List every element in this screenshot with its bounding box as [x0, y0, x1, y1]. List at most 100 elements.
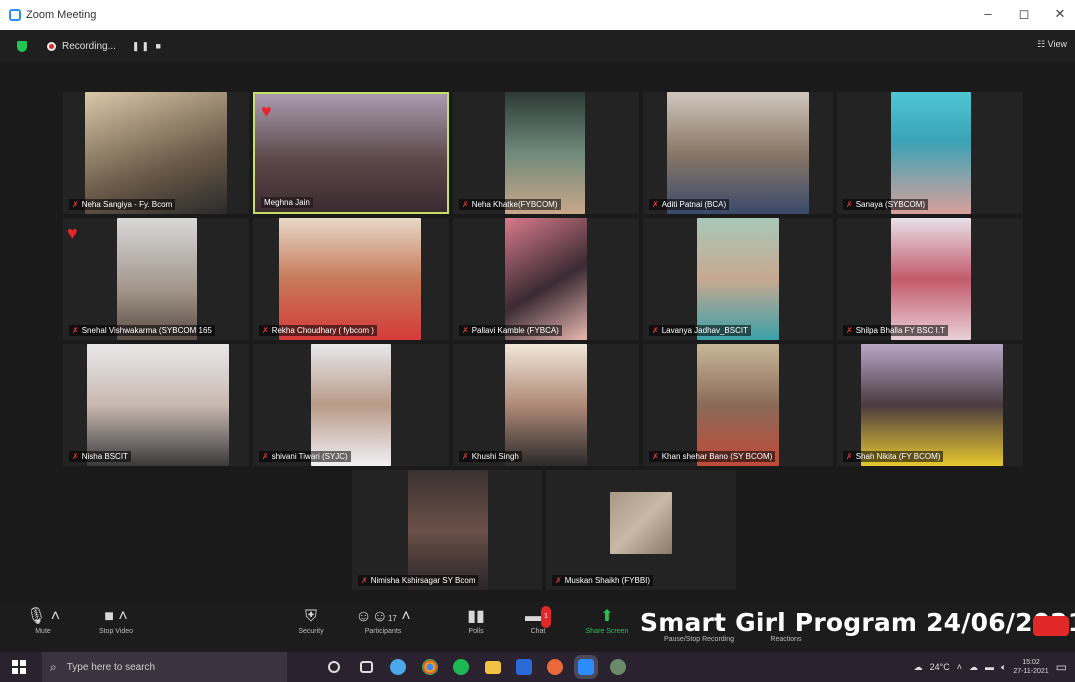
video-tile[interactable]: ✗ Sanaya (SYBCOM)	[837, 92, 1023, 214]
participant-name-tag: ✗ Nisha BSCIT	[69, 451, 131, 462]
mic-muted-icon: ✗	[72, 200, 79, 209]
shield-icon: ⛨	[304, 608, 317, 625]
participant-name-tag: ✗ Lavanya Jadhav_BSCIT	[649, 325, 751, 336]
participant-name-tag: ✗ Shah Nikita (FY BCOM)	[843, 451, 944, 462]
participant-name-tag: ✗ Shilpa Bhalla FY BSC I.T	[843, 325, 948, 336]
video-tile[interactable]: ✗ Khan shehar Bano (SY BCOM)	[643, 344, 833, 466]
video-tile[interactable]: ✗ Neha Sangiya - Fy. Bcom	[63, 92, 249, 214]
microphone-icon: 🎙︎ ˄	[25, 608, 61, 625]
chat-icon: ▬ 1	[508, 606, 568, 628]
mute-button[interactable]: 🎙︎ ˄ Mute	[13, 606, 73, 635]
video-tile[interactable]: ✗ Rekha Choudhary ( fybcom )	[253, 218, 449, 340]
mic-muted-icon: ✗	[846, 452, 853, 461]
maximize-button[interactable]: ◻	[1014, 6, 1034, 22]
video-tile[interactable]: ✗ Aditi Patnai (BCA)	[643, 92, 833, 214]
participant-video	[505, 218, 587, 340]
video-tile[interactable]: ✗ Shah Nikita (FY BCOM)	[837, 344, 1023, 466]
mic-muted-icon: ✗	[361, 576, 368, 585]
participant-name-tag: ✗ Aditi Patnai (BCA)	[649, 199, 730, 210]
cloud-icon[interactable]: ☁	[969, 662, 978, 673]
mic-muted-icon: ✗	[652, 452, 659, 461]
mic-muted-icon: ✗	[262, 326, 269, 335]
task-view-icon[interactable]	[360, 661, 373, 673]
participant-video	[667, 92, 809, 214]
taskbar-search-box[interactable]: ⌕ Type here to search	[42, 652, 287, 682]
participant-name-tag: Meghna Jain	[261, 197, 313, 208]
video-tile[interactable]: ✗ Neha Khatke(FYBCOM)	[453, 92, 639, 214]
participant-video	[311, 344, 391, 466]
end-meeting-button[interactable]	[1033, 616, 1069, 636]
video-tile[interactable]: ✗ Nisha BSCIT	[63, 344, 249, 466]
participant-video	[891, 92, 971, 214]
firefox-icon[interactable]	[547, 659, 563, 675]
heart-reaction-icon: ♥	[261, 101, 272, 121]
video-tile[interactable]: ✗ Muskan Shaikh (FYBBI)	[546, 470, 736, 590]
participant-name-tag: ✗ Muskan Shaikh (FYBBI)	[552, 575, 654, 586]
participant-video	[505, 344, 587, 466]
share-screen-button[interactable]: ⬆ Share Screen	[577, 606, 637, 635]
record-icon	[47, 41, 56, 51]
store-icon[interactable]	[516, 659, 532, 675]
share-screen-icon: ⬆	[600, 608, 614, 625]
meeting-top-bar: Recording... ❚❚ ■ ☷ View	[0, 30, 1075, 62]
participant-name-tag: ✗ Khushi Singh	[459, 451, 522, 462]
zoom-taskbar-icon[interactable]	[574, 655, 598, 679]
chat-button[interactable]: ▬ 1 Chat	[508, 606, 568, 635]
search-icon: ⌕	[50, 659, 57, 674]
mic-muted-icon: ✗	[462, 452, 469, 461]
stop-video-button[interactable]: ■ ˄ Stop Video	[86, 606, 146, 635]
mic-muted-icon: ✗	[462, 326, 469, 335]
video-tile[interactable]: ✗ Shilpa Bhalla FY BSC I.T	[837, 218, 1023, 340]
windows-start-icon[interactable]	[12, 660, 26, 674]
notifications-icon[interactable]: ▭	[1056, 660, 1067, 674]
pause-stop-recording-button[interactable]: Pause/Stop Recording	[654, 636, 744, 643]
participant-profile-picture	[610, 492, 672, 554]
security-button[interactable]: ⛨ Security	[281, 606, 341, 635]
participant-name-tag: ✗ Snehal Vishwakarma (SYBCOM 165	[69, 325, 215, 336]
video-tile[interactable]: ✗ shivani Tiwari (SYJC)	[253, 344, 449, 466]
chevron-up-icon[interactable]: ˄	[957, 662, 962, 672]
minimize-button[interactable]: –	[978, 6, 998, 21]
video-tile[interactable]: ♥ ✗ Snehal Vishwakarma (SYBCOM 165	[63, 218, 249, 340]
polls-button[interactable]: ▮▮ Polls	[446, 606, 506, 635]
participant-name-tag: ✗ Khan shehar Bano (SY BCOM)	[649, 451, 776, 462]
participant-video	[279, 218, 421, 340]
participant-name-tag: ✗ Rekha Choudhary ( fybcom )	[259, 325, 377, 336]
app-icon[interactable]	[390, 659, 406, 675]
video-tile[interactable]: ✗ Nimisha Kshirsagar SY Bcom	[352, 470, 542, 590]
chrome-icon[interactable]	[422, 659, 438, 675]
speaker-icon[interactable]: 🔈︎	[1001, 662, 1006, 673]
encryption-shield-icon[interactable]	[17, 40, 27, 52]
search-placeholder: Type here to search	[66, 661, 156, 673]
mic-muted-icon: ✗	[72, 326, 79, 335]
pause-stop-recording-controls[interactable]: ❚❚ ■	[132, 41, 163, 52]
participant-name-tag: ✗ Sanaya (SYBCOM)	[843, 199, 929, 210]
participant-name-tag: ✗ shivani Tiwari (SYJC)	[259, 451, 351, 462]
participant-video	[87, 344, 229, 466]
video-tile[interactable]: ✗ Lavanya Jadhav_BSCIT	[643, 218, 833, 340]
mic-muted-icon: ✗	[262, 452, 269, 461]
cortana-icon[interactable]	[328, 661, 340, 673]
participant-video	[861, 344, 1003, 466]
weather-temperature[interactable]: 24°C	[930, 662, 950, 672]
network-icon[interactable]: ▬	[985, 662, 994, 672]
weather-icon[interactable]: ☁	[914, 662, 923, 673]
participant-video	[891, 218, 971, 340]
participants-icon: ☺☺17 ˄	[355, 608, 411, 625]
participants-button[interactable]: ☺☺17 ˄ Participants	[353, 606, 413, 635]
video-tile[interactable]: ✗ Khushi Singh	[453, 344, 639, 466]
video-tile[interactable]: ✗ Pallavi Kamble (FYBCA)	[453, 218, 639, 340]
mic-muted-icon: ✗	[555, 576, 562, 585]
meeting-toolbar: 🎙︎ ˄ Mute ■ ˄ Stop Video ⛨ Security ☺☺17 ˄ P…	[0, 602, 1075, 652]
taskbar-clock[interactable]: 15:02 27-11-2021	[1013, 658, 1048, 676]
view-button[interactable]: ☷ View	[1037, 39, 1067, 50]
video-tile-active-speaker[interactable]: ♥ Meghna Jain	[253, 92, 449, 214]
system-tray: ☁ 24°C ˄ ☁ ▬ 🔈︎ 15:02 27-11-2021 ▭	[914, 658, 1067, 676]
app-icon[interactable]	[610, 659, 626, 675]
participant-video	[255, 94, 447, 212]
spotify-icon[interactable]	[453, 659, 469, 675]
mic-muted-icon: ✗	[462, 200, 469, 209]
reactions-button[interactable]: Reactions	[756, 636, 816, 643]
close-button[interactable]: ✕	[1050, 6, 1070, 22]
file-explorer-icon[interactable]	[485, 661, 501, 674]
